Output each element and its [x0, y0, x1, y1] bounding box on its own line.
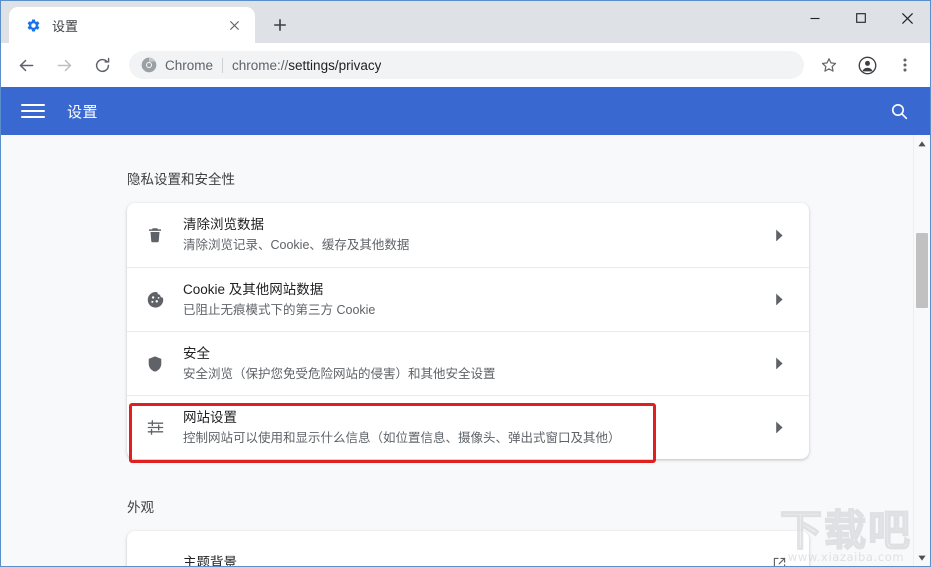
row-title: 网站设置 — [183, 409, 237, 425]
row-title: 清除浏览数据 — [183, 217, 264, 232]
vertical-scrollbar[interactable] — [913, 135, 930, 566]
toolbar-right-actions — [810, 50, 924, 80]
page-title: 设置 — [67, 103, 99, 121]
row-text: 安全 安全浏览（保护您免受危险网站的侵害）和其他安全设置 — [183, 344, 767, 384]
hamburger-menu-icon[interactable] — [21, 99, 45, 123]
row-subtitle: 已阻止无痕模式下的第三方 Cookie — [183, 302, 376, 317]
maximize-button[interactable] — [838, 1, 884, 35]
gear-icon — [25, 17, 41, 33]
omnibox-url: chrome://settings/privacy — [232, 58, 381, 73]
browser-window: 设置 Chrome chrome://settings/privacy 设置 隐… — [0, 0, 931, 567]
trash-icon — [127, 226, 183, 244]
row-clear-browsing-data[interactable]: 清除浏览数据 清除浏览记录、Cookie、缓存及其他数据 — [127, 203, 809, 267]
privacy-settings-card: 清除浏览数据 清除浏览记录、Cookie、缓存及其他数据 Cookie 及其他网… — [127, 203, 809, 459]
row-subtitle: 控制网站可以使用和显示什么信息（如位置信息、摄像头、弹出式窗口及其他） — [183, 430, 621, 445]
row-text: 主题背景 — [183, 553, 767, 567]
three-dot-menu-icon[interactable] — [890, 50, 920, 80]
browser-toolbar: Chrome chrome://settings/privacy — [1, 43, 930, 87]
row-text: Cookie 及其他网站数据 已阻止无痕模式下的第三方 Cookie — [183, 280, 767, 320]
close-button[interactable] — [884, 1, 930, 35]
row-site-settings[interactable]: 网站设置 控制网站可以使用和显示什么信息（如位置信息、摄像头、弹出式窗口及其他） — [127, 395, 809, 459]
omnibox-brand-label: Chrome — [165, 57, 214, 73]
section-heading-appearance: 外观 — [127, 500, 154, 515]
back-icon[interactable] — [11, 50, 41, 80]
row-theme[interactable]: 主题背景 — [127, 531, 809, 566]
tab-title-label: 设置 — [52, 18, 79, 34]
chevron-right-icon[interactable] — [767, 421, 791, 434]
chrome-logo-icon — [141, 57, 157, 73]
search-icon[interactable] — [888, 100, 910, 122]
sliders-icon — [127, 418, 183, 437]
scroll-down-arrow-icon[interactable] — [914, 549, 930, 566]
window-controls — [792, 1, 930, 35]
row-title: 主题背景 — [183, 554, 237, 567]
minimize-button[interactable] — [792, 1, 838, 35]
row-title: Cookie 及其他网站数据 — [183, 281, 324, 297]
row-subtitle: 安全浏览（保护您免受危险网站的侵害）和其他安全设置 — [183, 366, 496, 381]
address-bar[interactable]: Chrome chrome://settings/privacy — [129, 51, 804, 79]
row-security[interactable]: 安全 安全浏览（保护您免受危险网站的侵害）和其他安全设置 — [127, 331, 809, 395]
cookie-icon — [127, 290, 183, 309]
row-text: 清除浏览数据 清除浏览记录、Cookie、缓存及其他数据 — [183, 215, 767, 255]
settings-content: 隐私设置和安全性 清除浏览数据 清除浏览记录、Cookie、缓存及其他数据 Co… — [1, 135, 930, 566]
tab-strip: 设置 — [1, 1, 930, 43]
row-subtitle: 清除浏览记录、Cookie、缓存及其他数据 — [183, 238, 410, 252]
section-heading-privacy: 隐私设置和安全性 — [127, 172, 235, 187]
reload-icon[interactable] — [87, 50, 117, 80]
forward-icon[interactable] — [49, 50, 79, 80]
appearance-card: 主题背景 — [127, 531, 809, 566]
external-link-icon[interactable] — [767, 556, 791, 566]
url-prefix: chrome:// — [232, 57, 289, 73]
tab-close-icon[interactable] — [223, 14, 245, 36]
profile-avatar-icon[interactable] — [852, 50, 882, 80]
scroll-up-arrow-icon[interactable] — [914, 135, 930, 152]
star-icon[interactable] — [814, 50, 844, 80]
row-cookies[interactable]: Cookie 及其他网站数据 已阻止无痕模式下的第三方 Cookie — [127, 267, 809, 331]
url-emphasis: settings/privacy — [288, 57, 382, 73]
row-title: 安全 — [183, 345, 210, 361]
scrollbar-thumb[interactable] — [916, 233, 928, 308]
chevron-right-icon[interactable] — [767, 229, 791, 242]
shield-icon — [127, 355, 183, 373]
chevron-right-icon[interactable] — [767, 293, 791, 306]
omnibox-separator — [222, 57, 224, 73]
new-tab-button[interactable] — [265, 10, 295, 40]
row-text: 网站设置 控制网站可以使用和显示什么信息（如位置信息、摄像头、弹出式窗口及其他） — [183, 408, 767, 448]
browser-tab-settings[interactable]: 设置 — [9, 7, 255, 43]
chevron-right-icon[interactable] — [767, 357, 791, 370]
settings-header-bar: 设置 — [1, 87, 930, 135]
